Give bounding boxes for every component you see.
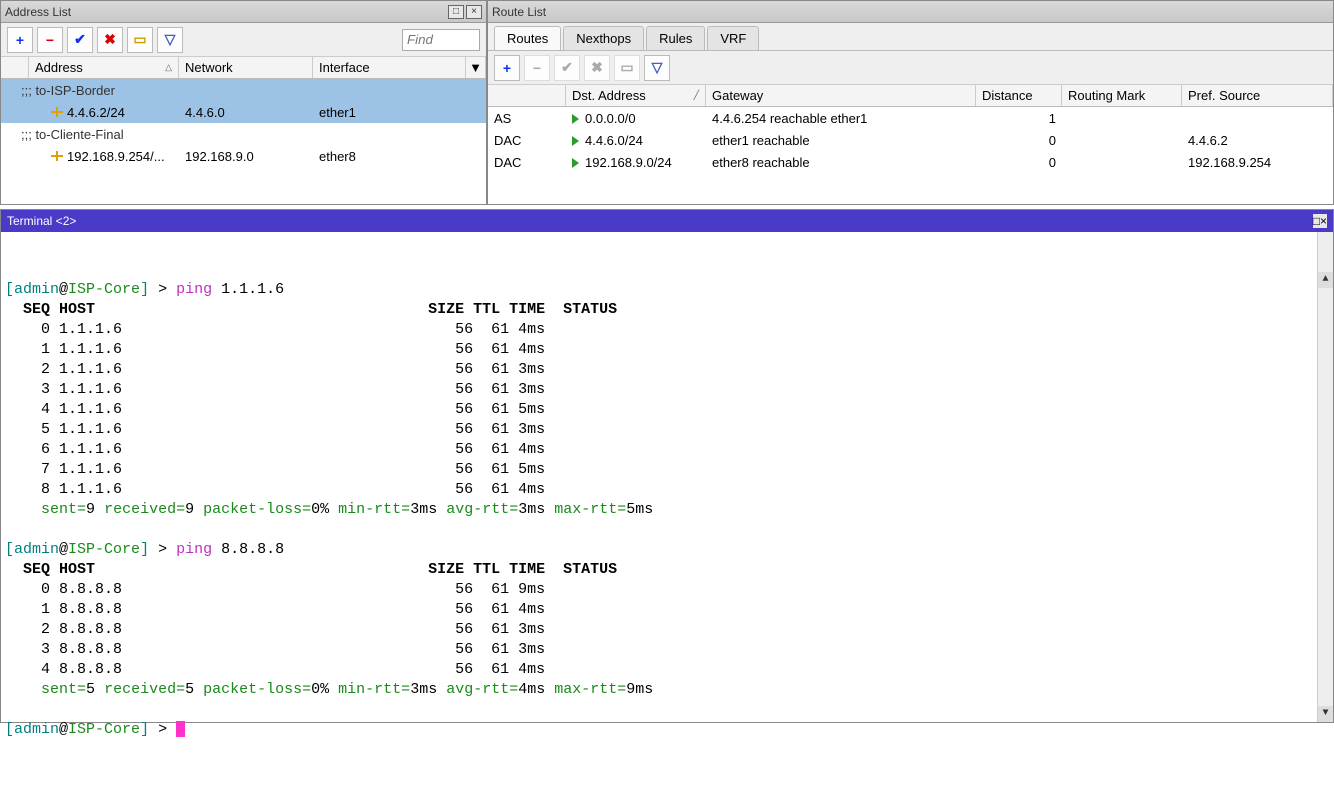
- active-route-icon: [572, 158, 579, 168]
- address-icon: [51, 107, 63, 117]
- maximize-icon[interactable]: □: [448, 5, 464, 19]
- route-row[interactable]: DAC4.4.6.0/24ether1 reachable04.4.6.2: [488, 129, 1333, 151]
- filter-button[interactable]: ▽: [157, 27, 183, 53]
- route-columns: Dst. Address╱ Gateway Distance Routing M…: [488, 85, 1333, 107]
- cursor: [176, 721, 185, 737]
- route-rows: AS0.0.0.0/04.4.6.254 reachable ether11DA…: [488, 107, 1333, 204]
- address-row[interactable]: 4.4.6.2/244.4.6.0ether1: [1, 101, 486, 123]
- close-icon[interactable]: ×: [1320, 214, 1327, 228]
- address-icon: [51, 151, 63, 161]
- route-row[interactable]: AS0.0.0.0/04.4.6.254 reachable ether11: [488, 107, 1333, 129]
- add-route-button[interactable]: +: [494, 55, 520, 81]
- tab-vrf[interactable]: VRF: [707, 26, 759, 50]
- add-button[interactable]: +: [7, 27, 33, 53]
- comment-button[interactable]: ▭: [127, 27, 153, 53]
- address-rows: ;;; to-ISP-Border4.4.6.2/244.4.6.0ether1…: [1, 79, 486, 204]
- col-pref-source[interactable]: Pref. Source: [1182, 85, 1333, 106]
- address-list-titlebar[interactable]: Address List □ ×: [1, 1, 486, 23]
- scrollbar[interactable]: ▲ ▼: [1317, 232, 1333, 722]
- col-routing-mark[interactable]: Routing Mark: [1062, 85, 1182, 106]
- disable-button[interactable]: ✖: [97, 27, 123, 53]
- tab-rules[interactable]: Rules: [646, 26, 705, 50]
- address-comment[interactable]: ;;; to-ISP-Border: [1, 79, 486, 101]
- col-dst[interactable]: Dst. Address╱: [566, 85, 706, 106]
- column-menu-button[interactable]: ▼: [466, 57, 486, 78]
- active-route-icon: [572, 114, 579, 124]
- route-list-panel: Route List RoutesNexthopsRulesVRF + − ✔ …: [487, 0, 1334, 205]
- remove-route-button[interactable]: −: [524, 55, 550, 81]
- route-row[interactable]: DAC192.168.9.0/24ether8 reachable0192.16…: [488, 151, 1333, 173]
- col-distance[interactable]: Distance: [976, 85, 1062, 106]
- route-list-titlebar[interactable]: Route List: [488, 1, 1333, 23]
- enable-button[interactable]: ✔: [67, 27, 93, 53]
- col-gateway[interactable]: Gateway: [706, 85, 976, 106]
- col-flags[interactable]: [488, 85, 566, 106]
- disable-route-button[interactable]: ✖: [584, 55, 610, 81]
- tab-nexthops[interactable]: Nexthops: [563, 26, 644, 50]
- find-input[interactable]: [402, 29, 480, 51]
- address-toolbar: + − ✔ ✖ ▭ ▽: [1, 23, 486, 57]
- tab-routes[interactable]: Routes: [494, 26, 561, 50]
- active-route-icon: [572, 136, 579, 146]
- scroll-up-icon[interactable]: ▲: [1318, 272, 1333, 288]
- scroll-down-icon[interactable]: ▼: [1318, 706, 1333, 722]
- route-list-title: Route List: [492, 5, 546, 19]
- col-flag[interactable]: [1, 57, 29, 78]
- maximize-icon[interactable]: □: [1313, 214, 1320, 228]
- terminal-body[interactable]: [admin@ISP-Core] > ping 1.1.1.6 SEQ HOST…: [1, 232, 1333, 722]
- terminal-content: [admin@ISP-Core] > ping 1.1.1.6 SEQ HOST…: [5, 280, 1329, 740]
- col-interface[interactable]: Interface: [313, 57, 466, 78]
- close-icon[interactable]: ×: [466, 5, 482, 19]
- address-columns: Address△ Network Interface ▼: [1, 57, 486, 79]
- terminal-titlebar[interactable]: Terminal <2> □ ×: [1, 210, 1333, 232]
- enable-route-button[interactable]: ✔: [554, 55, 580, 81]
- address-comment[interactable]: ;;; to-Cliente-Final: [1, 123, 486, 145]
- comment-route-button[interactable]: ▭: [614, 55, 640, 81]
- filter-route-button[interactable]: ▽: [644, 55, 670, 81]
- col-address[interactable]: Address△: [29, 57, 179, 78]
- address-list-panel: Address List □ × + − ✔ ✖ ▭ ▽ Address△ Ne…: [0, 0, 487, 205]
- terminal-title: Terminal <2>: [7, 214, 76, 228]
- terminal-window: Terminal <2> □ × [admin@ISP-Core] > ping…: [0, 209, 1334, 723]
- route-tabs: RoutesNexthopsRulesVRF: [488, 23, 1333, 51]
- address-row[interactable]: 192.168.9.254/...192.168.9.0ether8: [1, 145, 486, 167]
- route-toolbar: + − ✔ ✖ ▭ ▽: [488, 51, 1333, 85]
- remove-button[interactable]: −: [37, 27, 63, 53]
- address-list-title: Address List: [5, 5, 71, 19]
- col-network[interactable]: Network: [179, 57, 313, 78]
